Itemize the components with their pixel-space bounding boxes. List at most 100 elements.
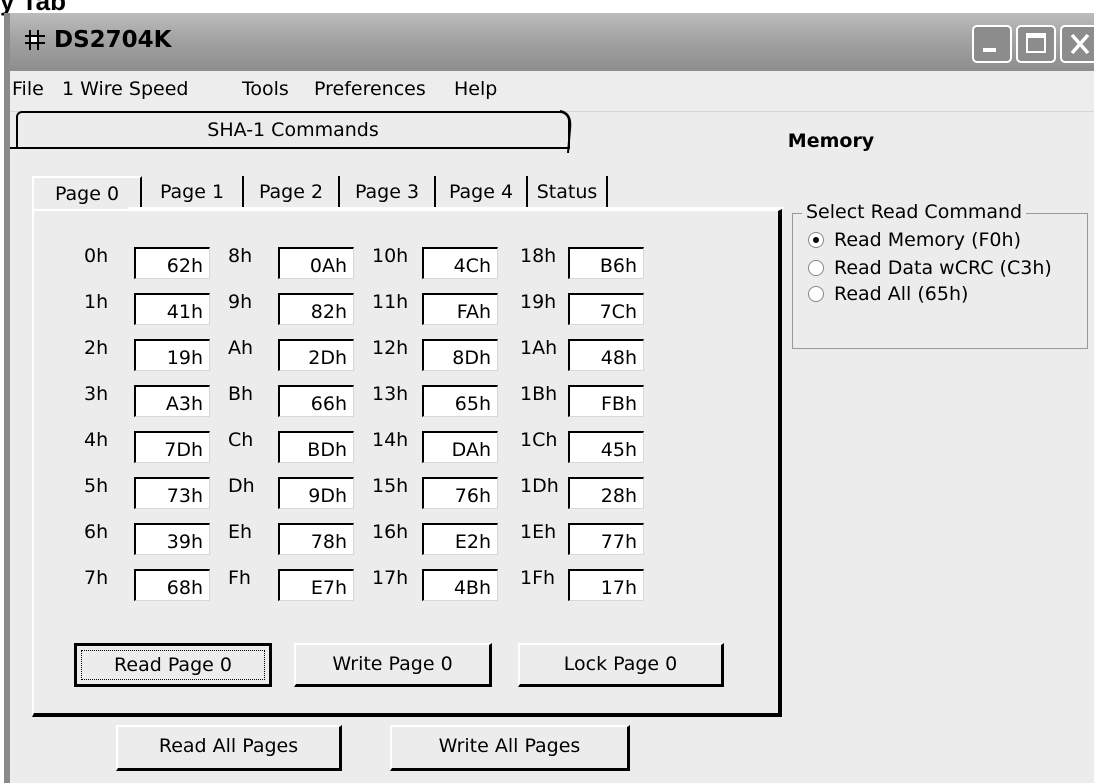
memory-address-label: 18h [520,245,557,267]
memory-address-label: 11h [372,291,409,313]
tab-page-4[interactable]: Page 4 [436,176,528,210]
memory-address-label: 3h [84,383,109,405]
memory-address-label: 1Eh [520,521,557,543]
app-window: DS2704K File 1 Wire Speed Tools Preferen… [4,13,1094,783]
memory-value-field[interactable]: FBh [568,385,644,417]
write-all-pages-button[interactable]: Write All Pages [390,725,630,771]
memory-value-field[interactable]: 0Ah [278,247,354,279]
memory-value-field[interactable]: 39h [134,523,210,555]
tab-divider [10,147,570,149]
window-client: DS2704K File 1 Wire Speed Tools Preferen… [10,13,1094,783]
memory-address-label: Ch [228,429,254,451]
radio-label: Read All (65h) [834,283,969,305]
memory-value-field[interactable]: 8Dh [422,339,498,371]
app-icon [25,30,45,50]
memory-value-field[interactable]: 78h [278,523,354,555]
memory-value-field[interactable]: 77h [568,523,644,555]
tab-page-2[interactable]: Page 2 [244,176,340,210]
close-icon [1070,33,1090,55]
memory-address-label: Dh [228,475,255,497]
memory-address-label: 10h [372,245,409,267]
memory-value-field[interactable]: 9Dh [278,477,354,509]
tab-page-0[interactable]: Page 0 [32,176,142,210]
memory-value-field[interactable]: DAh [422,431,498,463]
memory-value-field[interactable]: 68h [134,569,210,601]
memory-value-field[interactable]: B6h [568,247,644,279]
memory-address-label: 8h [228,245,253,267]
tab-page-3[interactable]: Page 3 [340,176,436,210]
focus-ring [81,650,265,680]
memory-value-field[interactable]: 7Ch [568,293,644,325]
memory-address-label: 1Ch [520,429,558,451]
tab-status[interactable]: Status [528,176,608,210]
memory-value-field[interactable]: 17h [568,569,644,601]
memory-address-label: 9h [228,291,253,313]
memory-address-label: 6h [84,521,109,543]
memory-address-label: 14h [372,429,409,451]
memory-value-field[interactable]: 82h [278,293,354,325]
memory-value-field[interactable]: BDh [278,431,354,463]
menu-1wire-speed[interactable]: 1 Wire Speed [62,78,188,100]
memory-value-field[interactable]: 45h [568,431,644,463]
memory-address-label: 5h [84,475,109,497]
figure-caption: y Tab [0,0,66,16]
menu-tools[interactable]: Tools [242,78,289,100]
read-all-pages-button[interactable]: Read All Pages [116,725,342,771]
memory-address-label: 1Dh [520,475,559,497]
memory-value-field[interactable]: 4Bh [422,569,498,601]
memory-value-field[interactable]: FAh [422,293,498,325]
minimize-icon [983,48,996,52]
memory-value-field[interactable]: 66h [278,385,354,417]
memory-address-label: 1Fh [520,567,556,589]
menu-file[interactable]: File [12,78,44,100]
memory-value-field[interactable]: 19h [134,339,210,371]
memory-address-label: 19h [520,291,557,313]
memory-value-field[interactable]: 65h [422,385,498,417]
tab-page-1[interactable]: Page 1 [142,176,244,210]
memory-value-field[interactable]: 62h [134,247,210,279]
memory-address-label: 16h [372,521,409,543]
memory-address-label: 1Bh [520,383,558,405]
memory-address-label: 1h [84,291,109,313]
menu-help[interactable]: Help [454,78,497,100]
memory-address-label: 17h [372,567,409,589]
lock-page-button[interactable]: Lock Page 0 [518,643,724,687]
memory-value-field[interactable]: E2h [422,523,498,555]
radio-label: Read Memory (F0h) [834,229,1021,251]
memory-address-label: 15h [372,475,409,497]
memory-address-label: 0h [84,245,109,267]
memory-address-label: 13h [372,383,409,405]
memory-value-field[interactable]: 76h [422,477,498,509]
memory-address-label: Bh [228,383,254,405]
memory-value-field[interactable]: 7Dh [134,431,210,463]
tab-sha1-commands[interactable]: SHA-1 Commands [16,111,570,149]
read-page-button[interactable]: Read Page 0 [74,643,272,687]
memory-value-field[interactable]: E7h [278,569,354,601]
radio-button-checked[interactable] [808,232,824,248]
memory-address-label: Fh [228,567,251,589]
tab-memory[interactable]: Memory [568,113,1094,171]
radio-button[interactable] [808,286,824,302]
panel-top-edge [128,207,784,209]
menu-preferences[interactable]: Preferences [314,78,426,100]
memory-value-field[interactable]: 48h [568,339,644,371]
memory-value-field[interactable]: 2Dh [278,339,354,371]
title-bar[interactable]: DS2704K [10,13,1094,71]
memory-value-field[interactable]: 4Ch [422,247,498,279]
close-button[interactable] [1060,25,1094,63]
radio-button[interactable] [808,260,824,276]
memory-value-field[interactable]: A3h [134,385,210,417]
memory-address-label: Ah [228,337,254,359]
memory-value-field[interactable]: 28h [568,477,644,509]
read-command-label: Select Read Command [802,201,1027,223]
memory-value-field[interactable]: 73h [134,477,210,509]
memory-address-label: 1Ah [520,337,558,359]
memory-address-label: 7h [84,567,109,589]
maximize-button[interactable] [1016,25,1056,63]
page-panel [32,209,782,717]
memory-address-label: 12h [372,337,409,359]
write-page-button[interactable]: Write Page 0 [294,643,492,687]
memory-value-field[interactable]: 41h [134,293,210,325]
minimize-button[interactable] [972,25,1012,63]
window-title: DS2704K [54,27,172,53]
